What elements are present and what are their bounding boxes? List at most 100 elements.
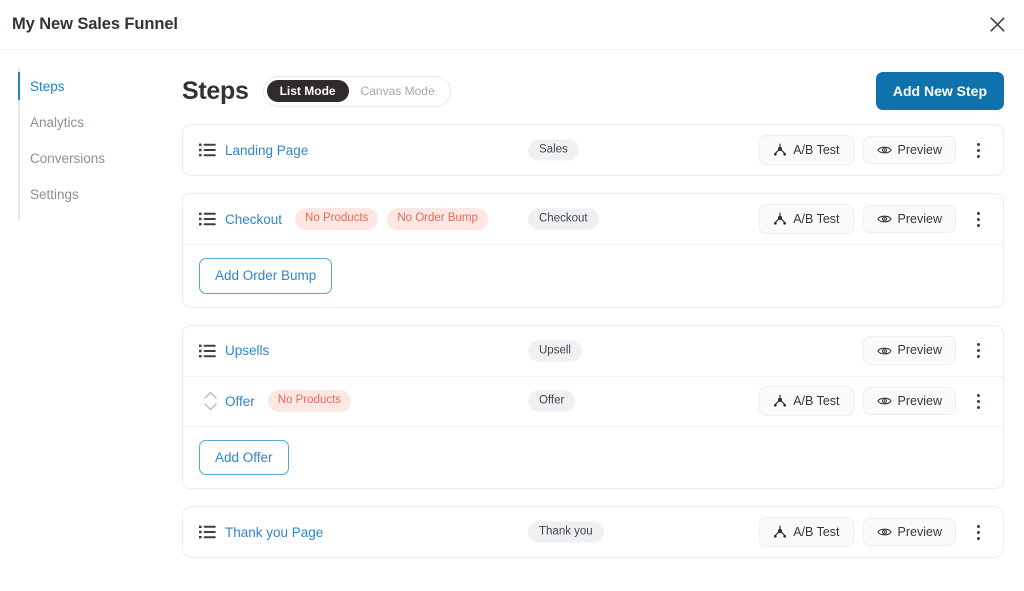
app-body: Steps Analytics Conversions Settings Steps … xyxy=(0,50,1024,591)
more-vertical-icon[interactable] xyxy=(967,337,989,365)
ab-test-label: A/B Test xyxy=(793,213,839,226)
eye-icon xyxy=(877,345,892,357)
step-type-badge: Upsell xyxy=(528,340,582,361)
sidebar-item-analytics[interactable]: Analytics xyxy=(0,104,160,140)
step-type-slot: Checkout xyxy=(528,208,599,229)
preview-button[interactable]: Preview xyxy=(863,387,956,416)
sidebar-item-conversions[interactable]: Conversions xyxy=(0,140,160,176)
list-icon xyxy=(199,344,216,358)
ab-test-label: A/B Test xyxy=(793,526,839,539)
drag-list-handle[interactable] xyxy=(199,143,221,157)
list-icon xyxy=(199,525,216,539)
step-row: Offer No Products Offer A/B Test Preview xyxy=(183,376,1003,426)
ab-test-label: A/B Test xyxy=(793,144,839,157)
step-name-link[interactable]: Offer xyxy=(225,394,255,409)
step-name-link[interactable]: Landing Page xyxy=(225,143,308,158)
split-test-icon xyxy=(773,143,787,157)
tab-list-mode[interactable]: List Mode xyxy=(267,80,349,102)
add-add-order-bump-button[interactable]: Add Order Bump xyxy=(199,258,332,294)
step-name-link[interactable]: Checkout xyxy=(225,212,282,227)
more-vertical-icon[interactable] xyxy=(967,387,989,415)
ab-test-button[interactable]: A/B Test xyxy=(759,204,853,234)
step-type-slot: Offer xyxy=(528,390,575,411)
section-title: Steps xyxy=(182,77,249,106)
eye-icon xyxy=(877,213,892,225)
close-icon xyxy=(989,16,1006,33)
sidebar-nav: Steps Analytics Conversions Settings xyxy=(0,68,160,212)
preview-button[interactable]: Preview xyxy=(863,336,956,365)
step-type-slot: Upsell xyxy=(528,340,582,361)
step-row: Checkout No Products No Order Bump Checkout… xyxy=(183,194,1003,244)
warning-badge: No Order Bump xyxy=(387,208,488,229)
list-icon xyxy=(199,143,216,157)
warning-badges: No Products xyxy=(268,390,351,411)
step-card: Thank you Page Thank you A/B Test Preview xyxy=(182,506,1004,558)
ab-test-button[interactable]: A/B Test xyxy=(759,517,853,547)
split-test-icon xyxy=(773,212,787,226)
preview-button[interactable]: Preview xyxy=(863,205,956,234)
eye-icon xyxy=(877,144,892,156)
step-type-badge: Offer xyxy=(528,390,575,411)
add-add-offer-button[interactable]: Add Offer xyxy=(199,440,289,476)
drag-list-handle[interactable] xyxy=(199,525,221,539)
preview-label: Preview xyxy=(898,213,942,226)
ab-test-label: A/B Test xyxy=(793,395,839,408)
more-vertical-icon[interactable] xyxy=(967,136,989,164)
sidebar-item-label: Settings xyxy=(30,187,79,202)
step-type-badge: Sales xyxy=(528,139,579,160)
drag-list-handle[interactable] xyxy=(199,212,221,226)
list-icon xyxy=(199,212,216,226)
add-new-step-button[interactable]: Add New Step xyxy=(876,72,1004,110)
preview-button[interactable]: Preview xyxy=(863,518,956,547)
warning-badge: No Products xyxy=(295,208,378,229)
step-name-link[interactable]: Upsells xyxy=(225,343,269,358)
main-content: Steps List Mode Canvas Mode Add New Step… xyxy=(160,50,1024,591)
preview-button[interactable]: Preview xyxy=(863,136,956,165)
card-footer: Add Order Bump xyxy=(183,244,1003,307)
more-vertical-icon[interactable] xyxy=(967,205,989,233)
eye-icon xyxy=(877,526,892,538)
ab-test-button[interactable]: A/B Test xyxy=(759,386,853,416)
split-test-icon xyxy=(773,525,787,539)
step-type-slot: Thank you xyxy=(528,521,604,542)
eye-icon xyxy=(877,395,892,407)
step-name-link[interactable]: Thank you Page xyxy=(225,525,323,540)
main-header: Steps List Mode Canvas Mode Add New Step xyxy=(182,50,1014,124)
sort-updown-icon[interactable] xyxy=(199,391,221,411)
preview-label: Preview xyxy=(898,144,942,157)
row-actions: Preview xyxy=(863,336,989,365)
step-type-badge: Checkout xyxy=(528,208,599,229)
drag-list-handle[interactable] xyxy=(199,344,221,358)
more-vertical-icon[interactable] xyxy=(967,518,989,546)
sidebar-item-settings[interactable]: Settings xyxy=(0,176,160,212)
close-button[interactable] xyxy=(982,10,1012,40)
row-sorter[interactable] xyxy=(199,391,221,411)
card-footer: Add Offer xyxy=(183,426,1003,489)
row-actions: A/B Test Preview xyxy=(759,386,989,416)
row-actions: A/B Test Preview xyxy=(759,135,989,165)
step-row: Upsells Upsell Preview xyxy=(183,326,1003,376)
sidebar-item-label: Analytics xyxy=(30,115,84,130)
row-actions: A/B Test Preview xyxy=(759,204,989,234)
step-card: Checkout No Products No Order Bump Checkout… xyxy=(182,193,1004,308)
warning-badges: No Products No Order Bump xyxy=(295,208,488,229)
step-row: Landing Page Sales A/B Test Preview xyxy=(183,125,1003,175)
page-title: My New Sales Funnel xyxy=(12,15,178,34)
preview-label: Preview xyxy=(898,526,942,539)
tab-canvas-mode[interactable]: Canvas Mode xyxy=(349,80,447,102)
warning-badge: No Products xyxy=(268,390,351,411)
step-card: Landing Page Sales A/B Test Preview xyxy=(182,124,1004,176)
sidebar-item-steps[interactable]: Steps xyxy=(0,68,160,104)
window-title-bar: My New Sales Funnel xyxy=(0,0,1024,50)
sidebar: Steps Analytics Conversions Settings xyxy=(0,50,160,591)
preview-label: Preview xyxy=(898,395,942,408)
sidebar-item-label: Conversions xyxy=(30,151,105,166)
view-mode-toggle[interactable]: List Mode Canvas Mode xyxy=(263,76,451,107)
step-type-badge: Thank you xyxy=(528,521,604,542)
row-actions: A/B Test Preview xyxy=(759,517,989,547)
preview-label: Preview xyxy=(898,344,942,357)
sidebar-item-label: Steps xyxy=(30,79,65,94)
step-card: UpsellsUpsell Preview OfferNo ProductsOf… xyxy=(182,325,1004,490)
step-type-slot: Sales xyxy=(528,139,579,160)
ab-test-button[interactable]: A/B Test xyxy=(759,135,853,165)
